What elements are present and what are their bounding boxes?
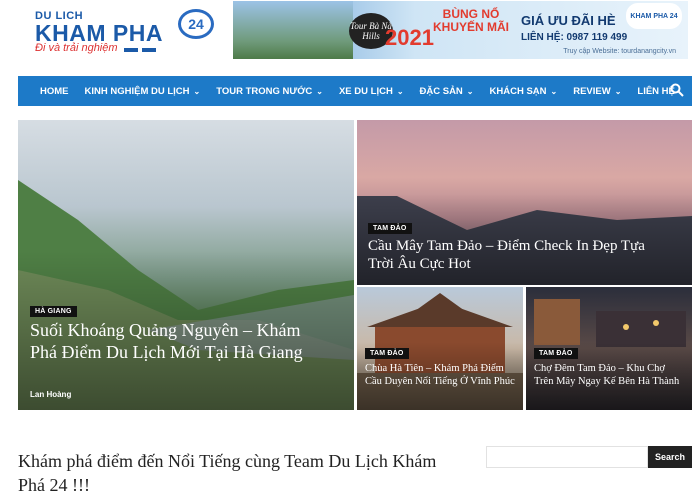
ad-photo <box>233 1 353 59</box>
nav-label: REVIEW <box>573 85 611 97</box>
search-button[interactable]: Search <box>648 446 692 468</box>
chevron-down-icon: ⌄ <box>614 86 622 96</box>
nav-item-kinh-nghiem[interactable]: KINH NGHIỆM DU LỊCH ⌄ <box>77 76 209 106</box>
main-nav: HOME KINH NGHIỆM DU LỊCH ⌄ TOUR TRONG NƯỚ… <box>18 76 692 106</box>
ad-price: GIÁ ƯU ĐÃI HÈ <box>521 13 616 28</box>
section-heading: Khám phá điểm đến Nổi Tiếng cùng Team Du… <box>18 451 437 495</box>
ad-brand-logo: KHAM PHA 24 <box>626 3 682 29</box>
nav-label: XE DU LỊCH <box>338 85 393 97</box>
chevron-down-icon: ⌄ <box>550 86 558 96</box>
ad-contact: LIÊN HỆ: 0987 119 499 <box>521 32 628 43</box>
nav-item-tour[interactable]: TOUR TRONG NƯỚC ⌄ <box>208 76 331 106</box>
post-author[interactable]: Lan Hoàng <box>30 390 71 399</box>
post-category[interactable]: HÀ GIANG <box>30 306 77 317</box>
post-category[interactable]: TAM ĐẢO <box>365 348 409 359</box>
logo-badge: 24 <box>178 9 214 39</box>
post-category[interactable]: TAM ĐẢO <box>368 223 412 234</box>
chevron-down-icon: ⌄ <box>396 86 404 96</box>
chevron-down-icon: ⌄ <box>193 86 201 96</box>
nav-item-xe[interactable]: XE DU LỊCH ⌄ <box>331 76 412 106</box>
post-title[interactable]: Suối Khoáng Quảng Nguyên – Khám Phá Điểm… <box>30 320 330 364</box>
nav-item-khach-san[interactable]: KHÁCH SẠN ⌄ <box>482 76 566 106</box>
nav-item-home[interactable]: HOME <box>18 76 77 106</box>
site-logo[interactable]: DU LICH KHAM PHA 24 Đi và trải nghiệm <box>32 8 222 54</box>
ad-promo-line2: KHUYẾN MÃI <box>433 20 510 34</box>
nav-label: KHÁCH SẠN <box>489 85 547 97</box>
chevron-down-icon: ⌄ <box>466 86 474 96</box>
nav-item-dac-san[interactable]: ĐẶC SẢN ⌄ <box>412 76 482 106</box>
ad-year: 2021 <box>385 25 434 50</box>
post-title[interactable]: Chợ Đêm Tam Đảo – Khu Chợ Trên Mây Ngay … <box>534 363 684 389</box>
logo-tagline: Đi và trải nghiệm <box>35 42 118 54</box>
search-icon[interactable] <box>670 83 684 97</box>
nav-label: KINH NGHIỆM DU LỊCH <box>84 85 190 97</box>
chevron-down-icon: ⌄ <box>316 86 323 96</box>
featured-post[interactable]: TAM ĐẢO Chợ Đêm Tam Đảo – Khu Chợ Trên M… <box>526 287 692 410</box>
ad-banner[interactable]: Tour Bà Nà Hills BÙNG NỔ KHUYẾN MÃI 2021… <box>233 1 688 59</box>
nav-label: HOME <box>40 85 69 97</box>
ad-website: Truy cập Website: tourdanangcity.vn <box>563 48 676 55</box>
featured-post[interactable]: TAM ĐẢO Chùa Hà Tiên – Khám Phá Điểm Cầu… <box>357 287 523 410</box>
nav-item-review[interactable]: REVIEW ⌄ <box>565 76 629 106</box>
post-category[interactable]: TAM ĐẢO <box>534 348 578 359</box>
post-title[interactable]: Chùa Hà Tiên – Khám Phá Điểm Cầu Duyên N… <box>365 363 515 389</box>
featured-post[interactable]: TAM ĐẢO Cầu Mây Tam Đảo – Điểm Check In … <box>357 120 692 285</box>
ad-promo: BÙNG NỔ KHUYẾN MÃI <box>433 8 509 34</box>
search-input[interactable] <box>486 446 648 468</box>
featured-post-main[interactable]: HÀ GIANG Suối Khoáng Quảng Nguyên – Khám… <box>18 120 354 410</box>
nav-label: TOUR TRONG NƯỚC <box>216 85 313 97</box>
logo-decoration <box>124 48 156 52</box>
post-title[interactable]: Cầu Mây Tam Đảo – Điểm Check In Đẹp Tựa … <box>368 237 658 274</box>
nav-label: ĐẶC SẢN <box>419 85 463 97</box>
